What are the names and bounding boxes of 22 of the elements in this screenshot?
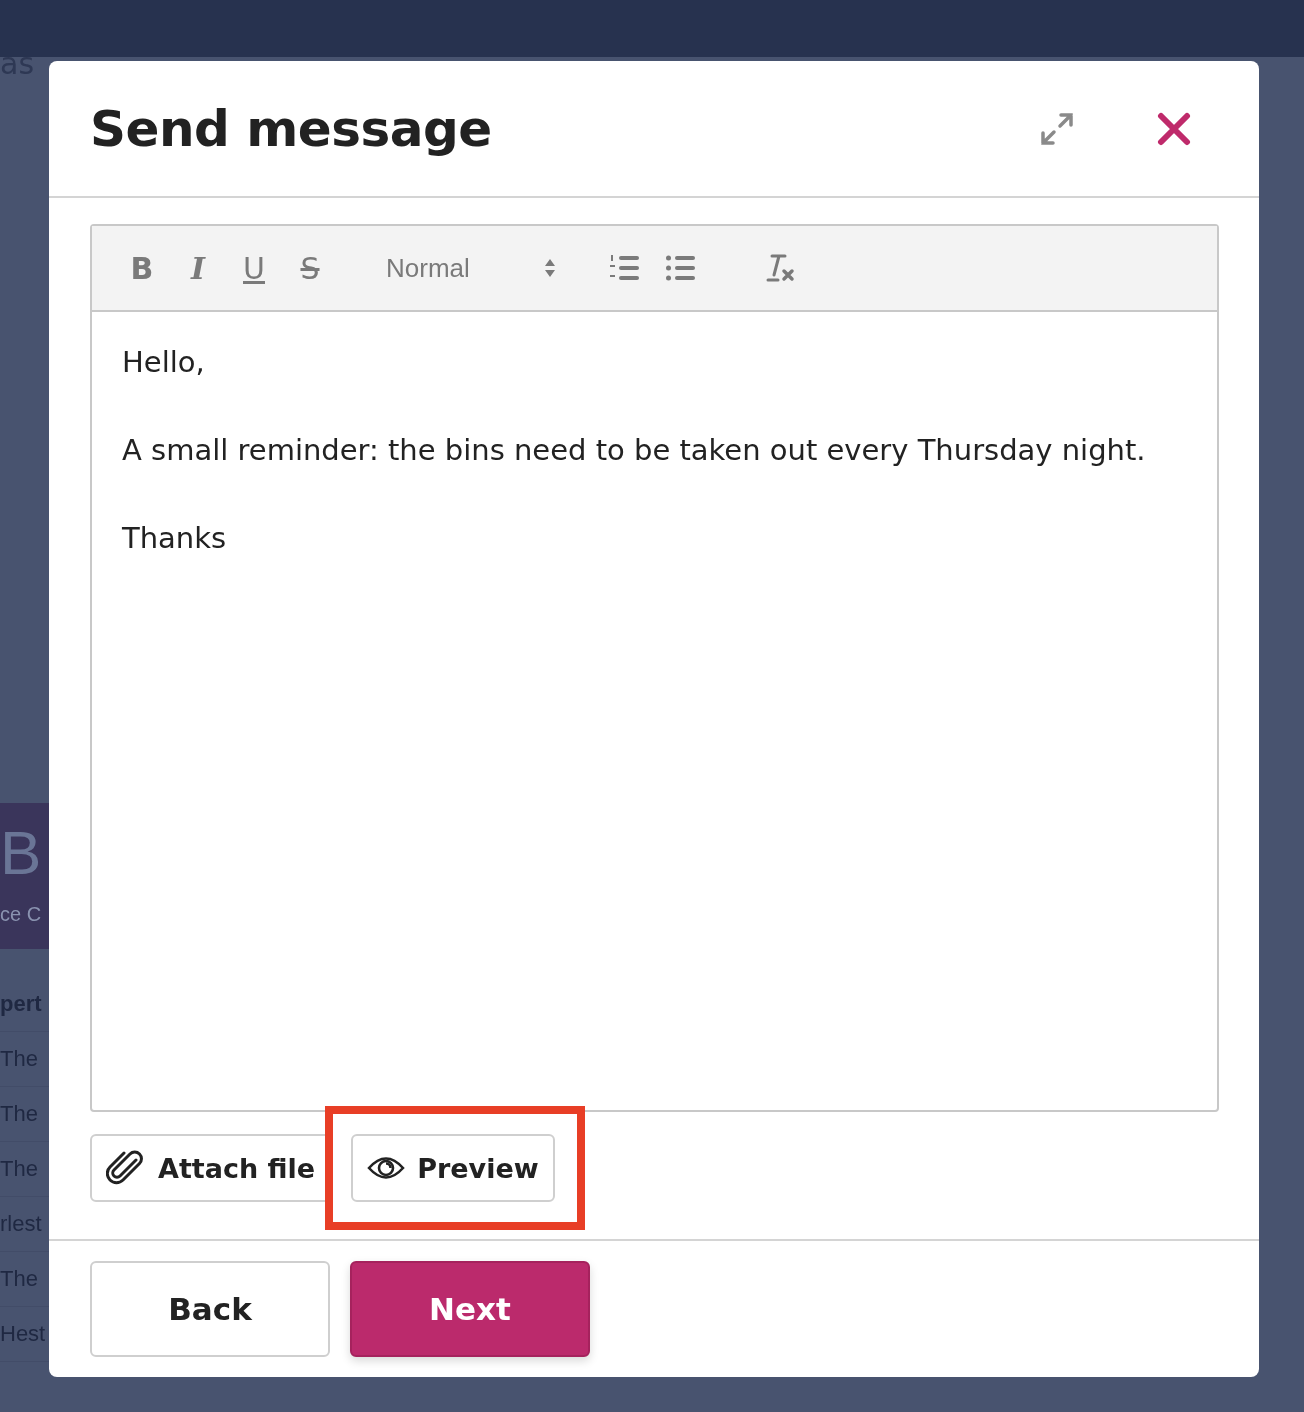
banner-letter: B	[0, 817, 43, 889]
bullet-list-icon[interactable]	[666, 254, 696, 282]
message-text: A small reminder: the bins need to be taken out every Thursday night.	[122, 432, 1147, 469]
heading-select[interactable]: Normal	[386, 252, 556, 284]
numbered-list-icon[interactable]	[610, 254, 640, 282]
message-editor[interactable]: B I U S Normal Hello, A small reminder: the bins need to be taken out every Thursday night. Thanks	[90, 224, 1219, 1112]
preview-button[interactable]: Preview	[351, 1134, 555, 1202]
dialog-title: Send message	[90, 99, 493, 158]
next-button[interactable]: Next	[350, 1261, 590, 1357]
clear-formatting-icon[interactable]	[766, 253, 796, 283]
strikethrough-button[interactable]: S	[290, 250, 330, 286]
back-button[interactable]: Back	[90, 1261, 330, 1357]
expand-icon[interactable]	[1039, 110, 1075, 147]
italic-button[interactable]: I	[178, 250, 218, 286]
banner-caption: ce C	[0, 903, 43, 926]
underline-button[interactable]: U	[234, 250, 274, 286]
close-icon[interactable]	[1157, 111, 1191, 146]
message-text: Thanks	[122, 520, 228, 557]
message-text: Hello,	[122, 344, 206, 381]
up-down-arrows-icon	[544, 258, 556, 278]
eye-icon	[367, 1155, 406, 1181]
bold-button[interactable]: B	[122, 250, 162, 286]
